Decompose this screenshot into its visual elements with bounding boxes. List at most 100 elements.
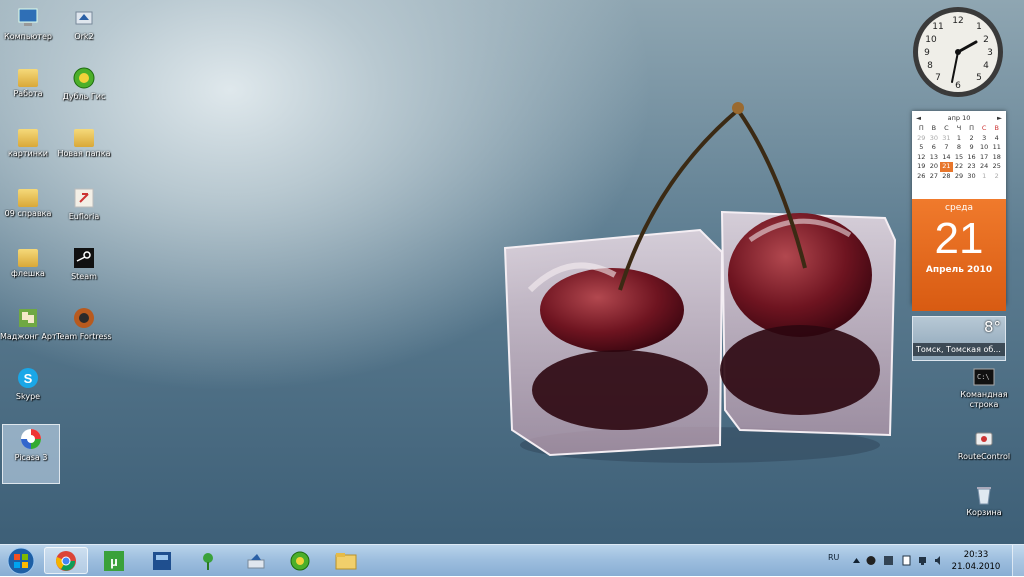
svg-text:11: 11 [932,22,943,32]
cmd-icon: C:\ [973,368,995,386]
calendar-day[interactable]: 27 [928,172,941,182]
chrome-icon [56,550,76,571]
desktop-icon-fleshka[interactable]: флешка [0,244,56,302]
desktop-icon-steam[interactable]: Steam [56,244,112,302]
calendar-weekday: В [931,124,937,132]
clock-gadget[interactable]: 12 12 3 45 6 7 8 9 10 11 [910,4,1006,100]
tray-app-icon[interactable] [884,555,893,566]
language-indicator[interactable]: RU [828,553,839,562]
calendar-day[interactable]: 1 [978,172,991,182]
calendar-day[interactable]: 4 [990,134,1003,144]
volume-icon[interactable] [934,555,943,566]
desktop-icon-picasa[interactable]: Picasa 3 [2,424,60,484]
clock-tray[interactable]: 20:33 21.04.2010 [950,549,1002,573]
calendar-day[interactable]: 26 [915,172,928,182]
desktop-icon-skype[interactable]: S Skype [0,364,56,422]
picasa-icon [21,429,41,449]
calendar-day[interactable]: 28 [940,172,953,182]
svg-text:C:\: C:\ [977,373,990,381]
calendar-day[interactable]: 29 [915,134,928,144]
taskbar: µ RU 20:33 21.04.2010 [0,544,1024,577]
next-month-icon[interactable]: ► [997,114,1002,124]
calendar-day[interactable]: 14 [940,153,953,163]
icon-label: Новая папка [57,149,111,158]
calendar-day-view: среда 21 Апрель 2010 [912,193,1006,311]
desktop-icon-eufloria[interactable]: Eufloria [56,184,112,242]
calendar-day[interactable]: 23 [965,162,978,172]
utorrent-icon: µ [104,550,124,571]
desktop-icon-tf2[interactable]: Team Fortress 2 [56,304,112,362]
calendar-day[interactable]: 8 [953,143,966,153]
taskbar-dublgis[interactable] [278,547,322,574]
calendar-day[interactable]: 22 [953,162,966,172]
calendar-day[interactable]: 11 [990,143,1003,153]
taskbar-explorer[interactable] [324,547,368,574]
calendar-day[interactable]: 21 [940,162,953,172]
desktop-icon-cmd[interactable]: C:\ Командная строка [952,366,1016,410]
calendar-day[interactable]: 2 [990,172,1003,182]
taskbar-plant[interactable] [186,547,230,574]
show-desktop-button[interactable] [1012,545,1024,577]
dublgis-icon [290,551,310,570]
calendar-day[interactable]: 20 [928,162,941,172]
show-hidden-icons-icon[interactable] [852,555,861,566]
desktop-icon-dublgis[interactable]: Дубль Гис [56,64,112,122]
calendar-day[interactable]: 18 [990,153,1003,163]
icon-label: Eufloria [68,212,100,221]
tray-time: 20:33 [963,550,989,560]
calendar-days: 29 30 31 1 2 3 4 5 6 7 8 9 10 11 12 13 14 15 16 17 18 19 20 21 2… [912,134,1006,182]
desktop-icon-ork2[interactable]: Ork2 [56,4,112,62]
calendar-day[interactable]: 5 [915,143,928,153]
taskbar-app[interactable] [140,547,184,574]
calendar-day[interactable]: 31 [940,134,953,144]
calendar-day[interactable]: 2 [965,134,978,144]
calendar-day[interactable]: 17 [978,153,991,163]
calendar-day[interactable]: 24 [978,162,991,172]
svg-text:6: 6 [955,81,961,91]
calendar-day[interactable]: 3 [978,134,991,144]
desktop-icon-09-spravka[interactable]: 09 справка [0,184,56,242]
desktop-icon-rabota[interactable]: Работа [0,64,56,122]
calendar-day[interactable]: 15 [953,153,966,163]
desktop-icon-kartinki[interactable]: картинки [0,124,56,182]
icon-label: Team Fortress 2 [56,332,112,341]
computer-icon [18,8,38,26]
dublgis-icon [73,67,95,89]
icon-label: картинки [8,149,48,158]
calendar-day[interactable]: 7 [940,143,953,153]
tray-action-center-icon[interactable] [902,555,911,566]
prev-month-icon[interactable]: ◄ [916,114,921,124]
calendar-day[interactable]: 1 [953,134,966,144]
calendar-day[interactable]: 16 [965,153,978,163]
network-icon[interactable] [918,555,927,566]
taskbar-utorrent[interactable]: µ [92,547,136,574]
desktop-icon-routecontrol[interactable]: RouteControl [952,428,1016,462]
calendar-gadget[interactable]: ◄ апр 10 ► ПВСЧПСВ 29 30 31 1 2 3 4 5 6 7 8 9 10 11 12… [912,111,1006,311]
calendar-day[interactable]: 12 [915,153,928,163]
icon-label: Picasa 3 [14,453,48,462]
calendar-day[interactable]: 9 [965,143,978,153]
desktop-icon-computer[interactable]: Компьютер [0,4,56,62]
desktop-icon-mahjong[interactable]: Маджонг Артефа... [0,304,56,362]
calendar-day[interactable]: 10 [978,143,991,153]
calendar-month-label: апр 10 [947,114,971,122]
desktop-icon-new-folder[interactable]: Новая папка [56,124,112,182]
taskbar-chrome[interactable] [44,547,88,574]
icon-label: Skype [15,392,41,401]
taskbar-scanner[interactable] [234,547,278,574]
steam-icon [74,248,94,268]
calendar-day[interactable]: 13 [928,153,941,163]
weather-gadget[interactable]: 8° Томск, Томская об... [912,316,1006,361]
svg-text:9: 9 [924,48,930,58]
steam-tray-icon[interactable] [866,555,876,566]
calendar-day[interactable]: 30 [965,172,978,182]
svg-text:2: 2 [983,35,989,45]
folder-icon [18,69,38,87]
desktop-icon-recycle-bin[interactable]: Корзина [952,484,1016,518]
calendar-day[interactable]: 30 [928,134,941,144]
calendar-day[interactable]: 29 [953,172,966,182]
start-button[interactable] [3,546,39,576]
calendar-day[interactable]: 6 [928,143,941,153]
calendar-day[interactable]: 19 [915,162,928,172]
calendar-day[interactable]: 25 [990,162,1003,172]
